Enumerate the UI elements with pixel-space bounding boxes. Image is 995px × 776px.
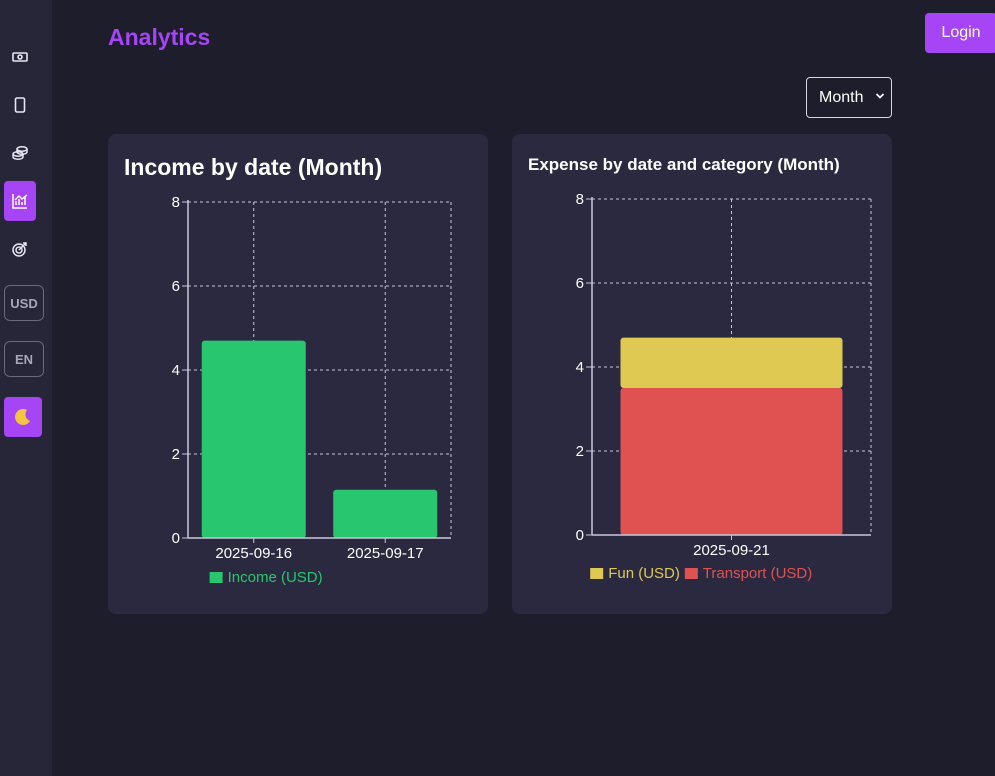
y-tick-label: 6 [576, 275, 584, 292]
sidebar-item-savings[interactable] [4, 133, 36, 173]
period-select-value: Month [819, 88, 864, 106]
y-tick-label: 8 [576, 191, 584, 208]
y-tick-label: 4 [576, 359, 584, 376]
page-title: Analytics [108, 24, 211, 50]
x-tick-label: 2025-09-16 [215, 545, 292, 562]
y-tick-label: 2 [172, 446, 180, 463]
y-tick-label: 6 [172, 278, 180, 295]
chevron-down-icon [875, 93, 885, 99]
moon-icon [15, 408, 30, 425]
expense-chart: 0 2 4 6 8 2025-09-21 Fun (USD) Transport (USD) [576, 191, 872, 582]
coins-icon [12, 146, 28, 160]
tablet-icon [14, 97, 26, 113]
expense-chart-card: Expense by date and category (Month) 024… [512, 134, 892, 614]
sidebar-item-money[interactable] [4, 37, 36, 77]
y-tick-label: 4 [172, 362, 180, 379]
sidebar-item-analytics[interactable] [4, 181, 36, 221]
x-tick-label: 2025-09-17 [347, 545, 424, 562]
x-tick-label: 2025-09-21 [693, 542, 770, 559]
legend-swatch[interactable] [209, 572, 223, 583]
y-tick-label: 0 [172, 530, 180, 547]
income-chart-card: Income by date (Month) 0 2 4 6 8 2025-09-16 20… [108, 134, 488, 614]
legend-label[interactable]: Transport (USD) [703, 565, 812, 582]
y-tick-label: 2 [576, 443, 584, 460]
bar-transport-usd-[interactable] [620, 388, 843, 535]
theme-toggle-button[interactable] [4, 397, 42, 437]
bar-income-usd-[interactable] [201, 340, 306, 538]
currency-button[interactable]: USD [4, 285, 44, 321]
chart-icon [12, 194, 28, 209]
legend-swatch[interactable] [590, 568, 604, 579]
legend-label[interactable]: Fun (USD) [608, 565, 680, 582]
sidebar-item-goals[interactable] [4, 229, 36, 269]
bar-fun-usd-[interactable] [620, 337, 843, 388]
login-button[interactable]: Login [925, 13, 995, 53]
target-icon [12, 242, 27, 257]
legend-label[interactable]: Income (USD) [228, 569, 323, 586]
language-button[interactable]: EN [4, 341, 44, 377]
sidebar-item-devices[interactable] [4, 85, 36, 125]
language-label: EN [14, 351, 34, 367]
bar-income-usd-[interactable] [333, 489, 438, 538]
y-tick-label: 0 [576, 527, 584, 544]
period-select[interactable]: Month [806, 77, 892, 118]
currency-label: USD [10, 295, 38, 311]
income-chart: 0 2 4 6 8 2025-09-16 2025-09-17 Income (USD) [172, 194, 452, 586]
legend-swatch[interactable] [684, 568, 698, 579]
banknote-icon [12, 52, 28, 62]
sidebar: USD EN [0, 0, 52, 776]
y-tick-label: 8 [172, 194, 180, 211]
